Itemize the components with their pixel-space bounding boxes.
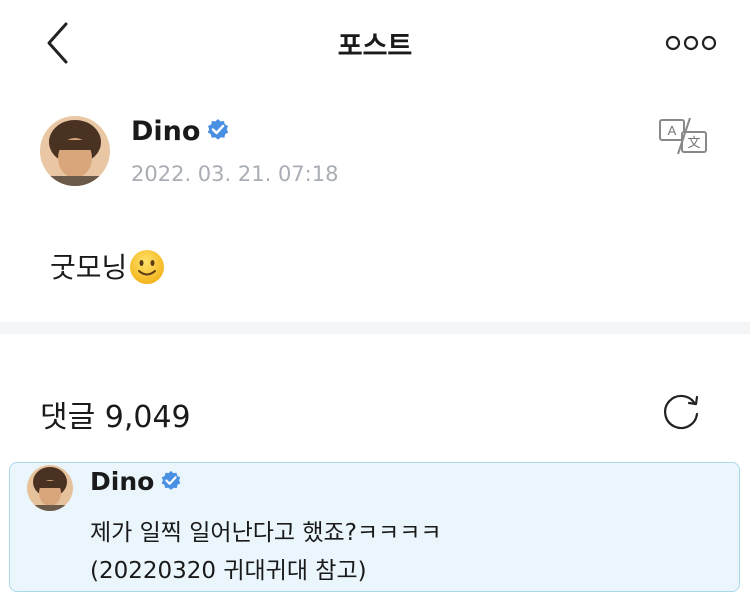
refresh-icon[interactable] — [662, 392, 702, 432]
comment-text: (20220320 귀대귀대 참고) — [90, 558, 367, 584]
svg-text:文: 文 — [687, 135, 700, 150]
ellipsis-icon[interactable] — [664, 30, 718, 56]
svg-text:A: A — [668, 123, 677, 138]
comment-text: 제가 일찍 일어난다고 했죠?ㅋㅋㅋㅋ — [90, 520, 442, 546]
avatar[interactable] — [27, 465, 73, 511]
post-author: Dino 2022. 03. 21. 07:18 A 文 — [40, 116, 720, 196]
post-timestamp: 2022. 03. 21. 07:18 — [131, 162, 339, 186]
comment-item[interactable]: Dino 제가 일찍 일어난다고 했죠?ㅋㅋㅋㅋ (20220320 귀대귀대 … — [9, 462, 740, 592]
post-content: 굿모닝 — [50, 246, 165, 286]
verified-badge-icon — [161, 470, 181, 490]
author-name[interactable]: Dino — [131, 116, 230, 147]
smiling-face-icon — [130, 250, 165, 284]
translate-icon[interactable]: A 文 — [658, 116, 710, 156]
top-bar: 포스트 — [0, 0, 750, 88]
page-title: 포스트 — [337, 31, 413, 62]
comment-author[interactable]: Dino — [90, 467, 182, 496]
verified-badge-icon — [208, 119, 229, 140]
comments-count: 댓글 9,049 — [40, 400, 191, 435]
section-divider — [0, 322, 750, 334]
avatar[interactable] — [40, 116, 110, 186]
